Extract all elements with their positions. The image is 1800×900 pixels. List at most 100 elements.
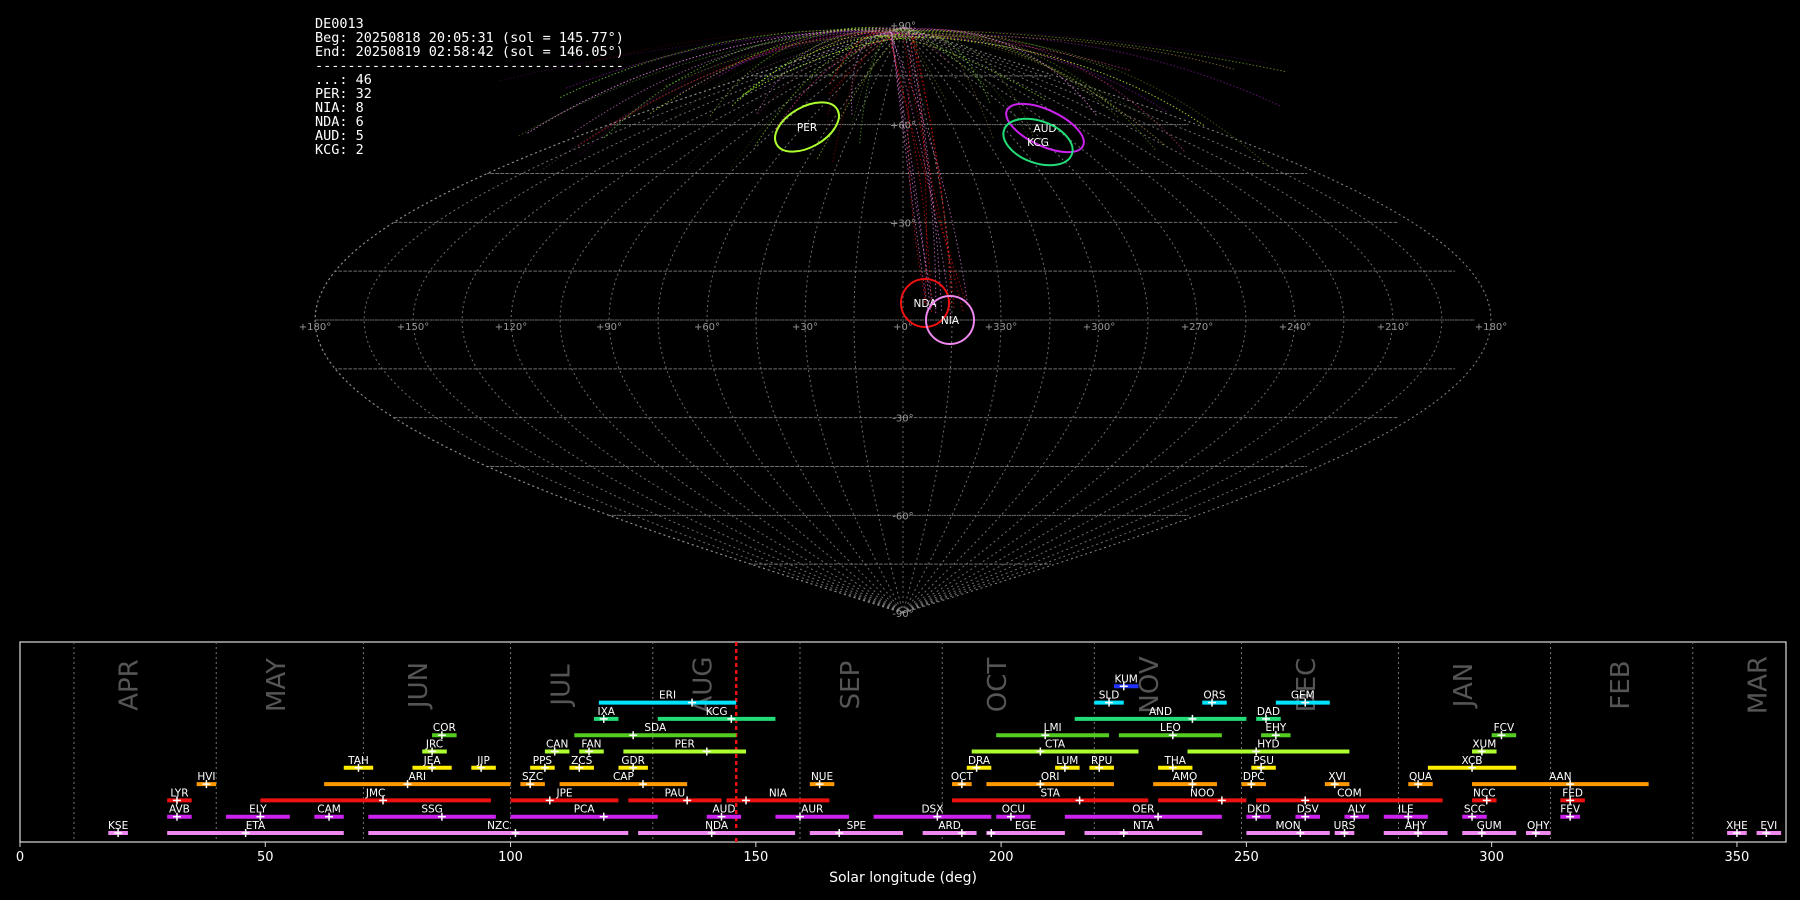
meteor-trail	[902, 37, 964, 312]
shower-label: PSU	[1253, 755, 1274, 767]
shower-label: IXA	[597, 706, 615, 718]
longitude-label: +270°	[1181, 322, 1213, 333]
x-axis-label: Solar longitude (deg)	[829, 870, 977, 886]
meteor-trail	[930, 33, 994, 139]
shower-label: AAN	[1549, 771, 1572, 783]
shower-label: SPE	[847, 820, 867, 832]
shower-label: DAD	[1257, 706, 1280, 718]
latitude-label: +30°	[890, 218, 916, 229]
longitude-label: +180°	[299, 322, 331, 333]
shower-label: CTA	[1045, 739, 1066, 751]
shower-label: GDR	[621, 755, 645, 767]
month-label: SEP	[836, 661, 866, 710]
shower-label: GEM	[1291, 690, 1315, 702]
month-label: OCT	[983, 658, 1013, 713]
latitude-label: -60°	[892, 511, 913, 522]
longitude-label: +210°	[1377, 322, 1409, 333]
radiant-label: NDA	[914, 298, 938, 310]
meteor-trail	[902, 33, 1280, 107]
shower-label: DRA	[968, 755, 991, 767]
shower-label: ARD	[938, 820, 961, 832]
shower-label: SLD	[1099, 690, 1120, 702]
x-tick-label: 50	[257, 850, 274, 865]
shower-label: XCB	[1462, 755, 1483, 767]
x-tick-label: 100	[498, 850, 523, 865]
shower-label: PER	[675, 739, 695, 751]
shower-bars: KUM ERI SLD ORS GEM IXA KCG AND DAD COR SDA LMI LEO E…	[108, 673, 1782, 837]
shower-label: ORS	[1203, 690, 1226, 702]
shower-label: DKD	[1247, 804, 1270, 816]
shower-label: AHY	[1405, 820, 1427, 832]
x-tick-label: 150	[743, 850, 768, 865]
meteor-trail	[603, 29, 874, 139]
shower-label: COR	[433, 722, 456, 734]
shower-label: HYD	[1257, 739, 1279, 751]
longitude-label: +90°	[596, 322, 622, 333]
shower-label: SSG	[421, 804, 442, 816]
sky-grid	[314, 26, 1492, 614]
meteor-trail	[928, 35, 1270, 167]
shower-label: THA	[1164, 755, 1187, 767]
shower-label: NOO	[1190, 787, 1214, 799]
x-tick-label: 250	[1234, 850, 1259, 865]
shower-label: AUD	[712, 804, 735, 816]
shower-label: HVI	[197, 771, 215, 783]
shower-label: OER	[1132, 804, 1154, 816]
shower-label: KUM	[1115, 673, 1138, 685]
shower-label: NIA	[769, 787, 788, 799]
shower-label: OCT	[951, 771, 974, 783]
month-label: JUL	[546, 664, 576, 708]
shower-timeline: APR MAY JUN JUL AUG SEP OCT NOV DEC JAN FEB MAR KUM…	[16, 641, 1787, 886]
meteor-trail	[913, 37, 955, 308]
shower-label: FEV	[1560, 804, 1581, 816]
latitude-label: -30°	[892, 414, 913, 425]
shower-label: FED	[1562, 787, 1583, 799]
meteor-trail	[890, 31, 952, 319]
shower-label: OCU	[1002, 804, 1025, 816]
longitude-label: +180°	[1475, 322, 1507, 333]
shower-label: AMO	[1173, 771, 1198, 783]
shower-label: LMI	[1044, 722, 1062, 734]
shower-label: RPU	[1091, 755, 1112, 767]
month-label: JUN	[404, 662, 434, 710]
shower-label: KCG	[706, 706, 728, 718]
shower-label: AVB	[169, 804, 190, 816]
shower-label: CAP	[613, 771, 634, 783]
longitude-label: +120°	[495, 322, 527, 333]
shower-label: JEA	[423, 755, 442, 767]
shower-label: ETA	[246, 820, 266, 832]
shower-label: JMC	[365, 787, 386, 799]
shower-label: LUM	[1056, 755, 1078, 767]
month-label: APR	[115, 659, 145, 711]
shower-label: MON	[1275, 820, 1300, 832]
month-label: FEB	[1606, 660, 1636, 709]
x-tick-label: 200	[989, 850, 1014, 865]
shower-label: NZC	[487, 820, 509, 832]
shower-label: PAU	[665, 787, 686, 799]
longitude-label: +330°	[985, 322, 1017, 333]
x-axis: 0 50 100 150 200 250 300 350	[16, 842, 1749, 865]
meteor-trail	[893, 33, 1161, 126]
shower-label: AUR	[801, 804, 823, 816]
shower-label: FAN	[581, 739, 601, 751]
longitude-label: +300°	[1083, 322, 1115, 333]
shower-label: ZCS	[571, 755, 593, 767]
shower-label: XHE	[1726, 820, 1748, 832]
month-label: MAY	[262, 658, 292, 712]
shower-label: STA	[1040, 787, 1060, 799]
x-tick-label: 300	[1479, 850, 1504, 865]
shower-label: PPS	[533, 755, 553, 767]
shower-label: ARI	[409, 771, 427, 783]
radiant-label: NIA	[941, 315, 960, 327]
meteor-trail	[889, 31, 931, 310]
shower-label: AND	[1149, 706, 1172, 718]
shower-label: NUE	[811, 771, 833, 783]
longitude-label: +240°	[1279, 322, 1311, 333]
shower-label: LEO	[1160, 722, 1181, 734]
shower-label: PCA	[574, 804, 596, 816]
month-labels: APR MAY JUN JUL AUG SEP OCT NOV DEC JAN FEB MAR	[115, 656, 1774, 714]
shower-label: CAN	[546, 739, 568, 751]
shower-label: XUM	[1472, 739, 1496, 751]
shower-label: DPC	[1243, 771, 1265, 783]
shower-label: NTA	[1133, 820, 1154, 832]
